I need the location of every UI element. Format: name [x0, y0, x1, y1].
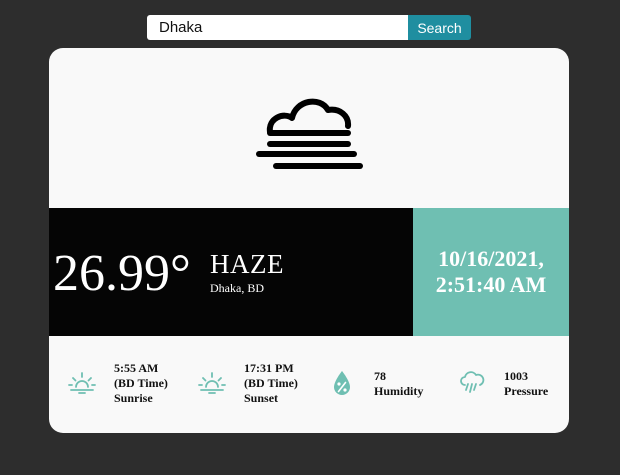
time: 2:51:40 AM — [435, 272, 547, 297]
sunrise-note: (BD Time) — [114, 376, 168, 390]
sunset-stat: 17:31 PM (BD Time) Sunset — [179, 336, 309, 433]
weather-main-band: 26.99° HAZE Dhaka, BD 10/16/2021, 2:51:4… — [49, 208, 569, 336]
pressure-label: Pressure — [504, 384, 549, 398]
sunset-text: 17:31 PM (BD Time) Sunset — [244, 361, 298, 406]
search-bar: Search — [147, 15, 471, 40]
humidity-drop-icon — [334, 371, 350, 395]
temperature: 26.99° — [53, 245, 191, 302]
weather-condition: HAZE — [210, 249, 284, 279]
date: 10/16/2021, — [438, 246, 544, 271]
humidity-stat: 78 Humidity — [309, 336, 439, 433]
sunrise-text: 5:55 AM (BD Time) Sunrise — [114, 361, 168, 406]
sunrise-value: 5:55 AM — [114, 361, 159, 375]
humidity-value: 78 — [374, 369, 386, 383]
rain-cloud-icon — [460, 371, 485, 393]
temperature-panel: 26.99° HAZE Dhaka, BD — [49, 208, 413, 336]
sunset-value: 17:31 PM — [244, 361, 294, 375]
pressure-value: 1003 — [504, 369, 528, 383]
search-button[interactable]: Search — [408, 15, 471, 40]
pressure-stat: 1003 Pressure — [439, 336, 569, 433]
weather-icon-area — [49, 48, 569, 208]
haze-icon — [256, 98, 363, 169]
search-input[interactable] — [147, 15, 408, 40]
sunset-icon — [198, 372, 226, 394]
sunset-label: Sunset — [244, 391, 279, 405]
location: Dhaka, BD — [210, 281, 264, 295]
sunrise-icon — [68, 372, 96, 394]
stats-row: 5:55 AM (BD Time) Sunrise 17:31 PM (BD T… — [49, 336, 569, 433]
weather-card: 26.99° HAZE Dhaka, BD 10/16/2021, 2:51:4… — [49, 48, 569, 433]
pressure-text: 1003 Pressure — [504, 369, 548, 399]
sunset-note: (BD Time) — [244, 376, 298, 390]
datetime: 10/16/2021, 2:51:40 AM — [436, 246, 547, 298]
datetime-panel: 10/16/2021, 2:51:40 AM — [413, 208, 569, 336]
humidity-label: Humidity — [374, 384, 424, 398]
humidity-text: 78 Humidity — [374, 369, 423, 399]
sunrise-stat: 5:55 AM (BD Time) Sunrise — [49, 336, 179, 433]
sunrise-label: Sunrise — [114, 391, 153, 405]
